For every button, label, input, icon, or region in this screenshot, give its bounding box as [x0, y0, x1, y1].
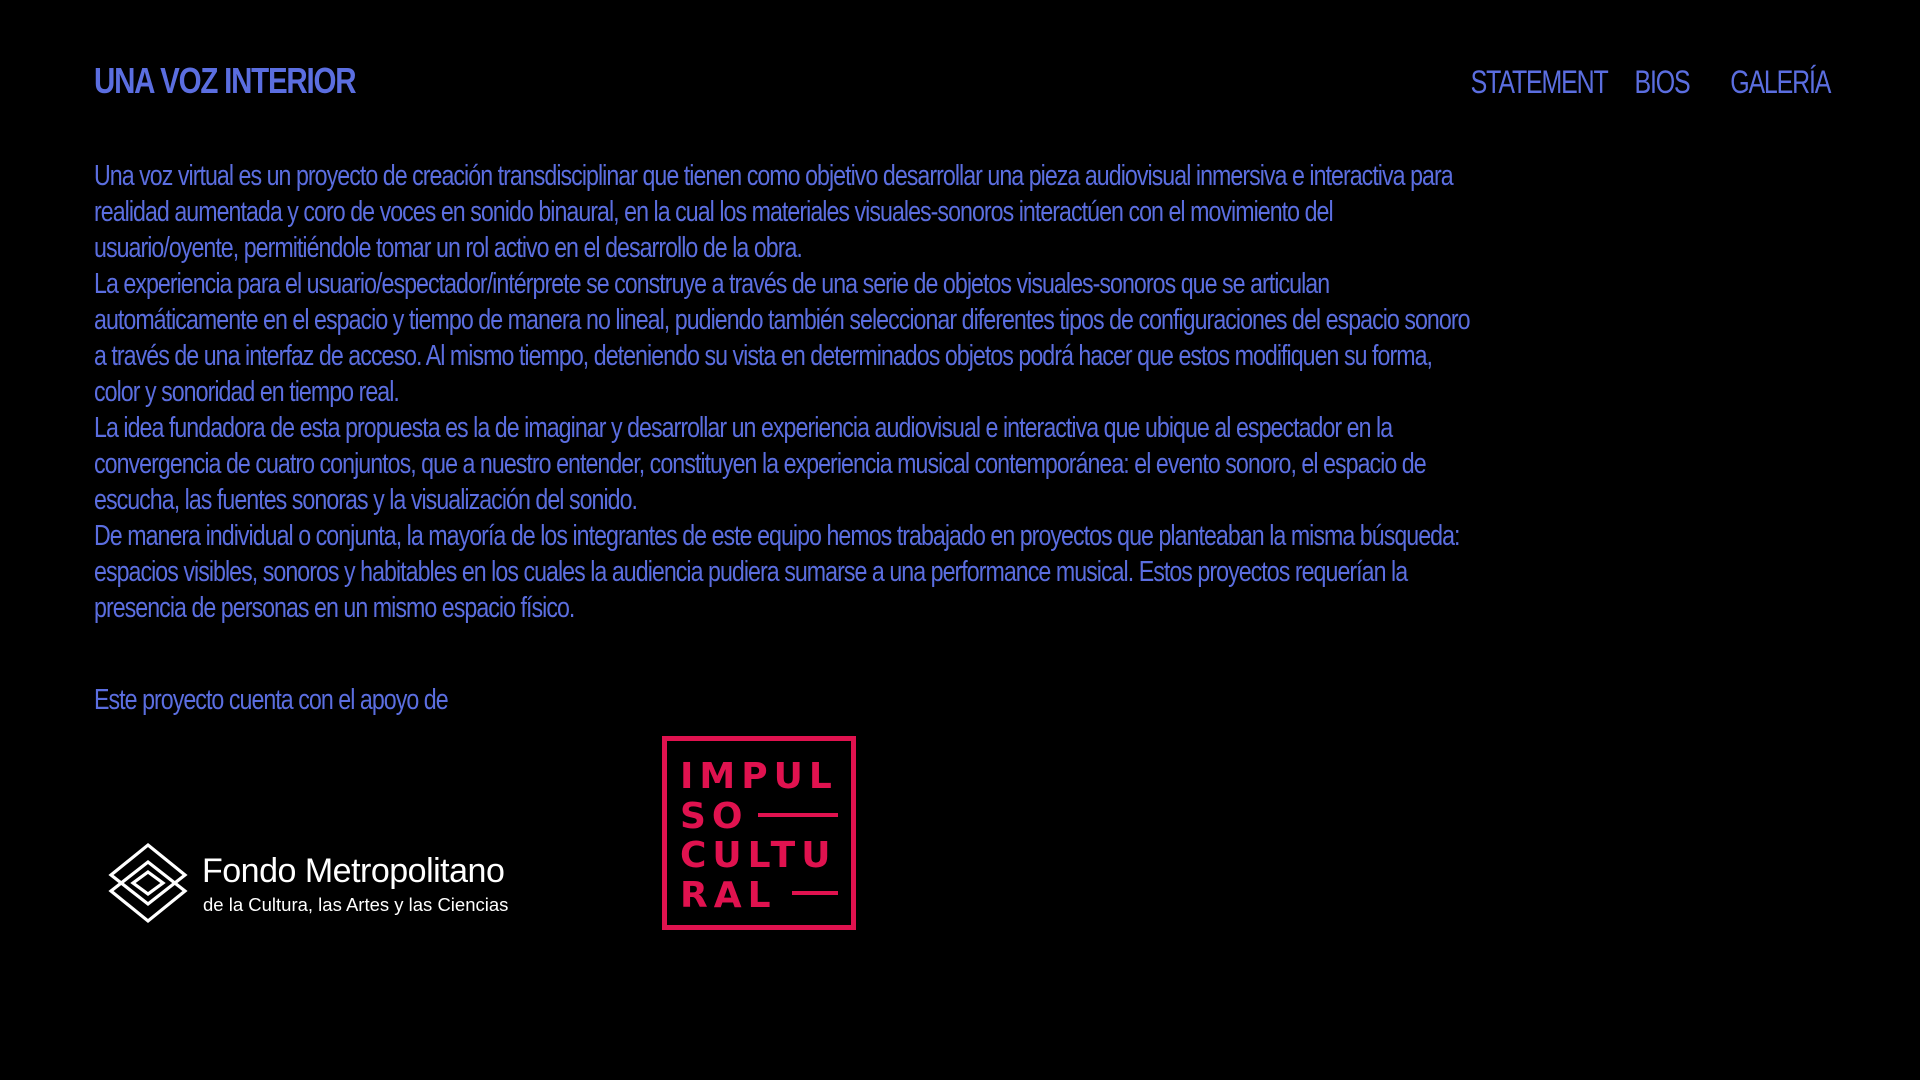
statement-paragraph: Una voz virtual es un proyecto de creaci…	[94, 160, 1454, 264]
impulso-cultural-logo: IMPUL SO CULTU RAL	[662, 736, 856, 930]
diamond-layers-icon	[108, 842, 188, 924]
nav-link-statement[interactable]: STATEMENT	[1470, 64, 1608, 101]
impulso-cultural-mark: IMPUL SO CULTU RAL	[662, 736, 856, 930]
impulso-line-1: IMPUL	[680, 756, 838, 797]
nav-link-galeria[interactable]: GALERÍA	[1730, 64, 1831, 101]
impulso-line-3: CULTU	[680, 835, 836, 876]
nav-link-bios[interactable]: BIOS	[1635, 64, 1691, 101]
site-title[interactable]: UNA VOZ INTERIOR	[94, 60, 357, 102]
statement-paragraph: La experiencia para el usuario/espectado…	[94, 268, 1470, 408]
impulso-line-2: SO	[680, 796, 749, 837]
site-header: UNA VOZ INTERIOR STATEMENT BIOS GALERÍA	[0, 0, 1920, 140]
impulso-dash-1	[758, 813, 838, 817]
main-content: Una voz virtual es un proyecto de creaci…	[94, 158, 1474, 626]
impulso-line-4: RAL	[680, 875, 777, 916]
main-nav: STATEMENT BIOS GALERÍA	[1458, 64, 1831, 101]
impulso-dash-2	[792, 891, 838, 895]
fondo-name: Fondo Metropolitano	[202, 852, 505, 890]
statement-paragraph: De manera individual o conjunta, la mayo…	[94, 520, 1460, 624]
fondo-metropolitano-logo: Fondo Metropolitano de la Cultura, las A…	[108, 842, 578, 924]
fondo-subtitle: de la Cultura, las Artes y las Ciencias	[203, 894, 509, 915]
support-label: Este proyecto cuenta con el apoyo de	[94, 684, 449, 716]
statement-text: Una voz virtual es un proyecto de creaci…	[94, 158, 1474, 626]
statement-paragraph: La idea fundadora de esta propuesta es l…	[94, 412, 1427, 516]
